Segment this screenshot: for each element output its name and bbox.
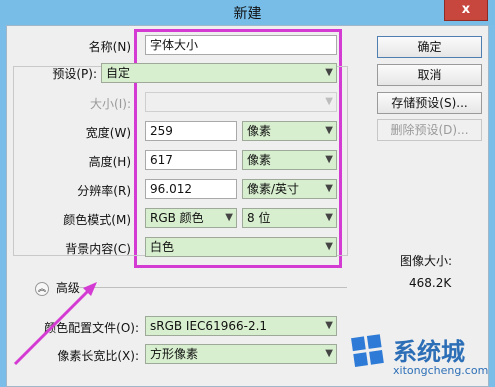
pixel-aspect-select[interactable]: 方形像素 ▼ [145,344,337,364]
name-label: 名称(N) [88,40,131,54]
background-select[interactable]: 白色 ▼ [145,237,337,257]
height-unit-value: 像素 [247,153,272,167]
preset-select[interactable]: 自定 ▼ [101,63,337,83]
dialog-title: 新建 [233,6,262,22]
color-profile-value: sRGB IEC61966-2.1 [150,319,268,333]
preset-label: 预设(P): [52,67,97,81]
watermark-text: 系统城 [393,338,465,366]
windows-logo-icon [351,334,384,367]
cancel-button[interactable]: 取消 [377,64,482,86]
bit-depth-select[interactable]: 8 位 ▼ [242,208,337,228]
annotation-arrow [13,282,97,366]
chevron-down-icon: ▼ [225,212,233,223]
chevron-down-icon: ▼ [325,67,333,78]
chevron-down-icon: ▼ [325,241,333,252]
chevron-down-icon: ▼ [325,96,333,107]
size-label: 大小(I): [90,97,131,111]
height-input[interactable]: 617 [145,150,237,170]
resolution-unit-select[interactable]: 像素/英寸 ▼ [242,179,337,199]
image-size-value: 468.2K [409,276,452,290]
bit-depth-value: 8 位 [247,211,271,225]
watermark: 系统城 xitongcheng.com [349,326,489,386]
chevron-down-icon: ▼ [325,212,333,223]
title-bar[interactable]: 新建 x [0,0,495,25]
preset-value: 自定 [106,66,131,80]
background-value: 白色 [150,240,175,254]
width-unit-value: 像素 [247,124,272,138]
width-input[interactable]: 259 [145,121,237,141]
image-size-label: 图像大小: [400,254,453,268]
chevron-down-icon: ▼ [325,348,333,359]
watermark-url: xitongcheng.com [393,364,489,377]
chevron-down-icon: ▼ [325,183,333,194]
delete-preset-button: 删除预设(D)... [377,119,482,141]
resolution-input[interactable]: 96.012 [145,179,237,199]
chevron-down-icon: ▼ [325,125,333,136]
close-icon: x [461,2,471,17]
save-preset-button[interactable]: 存储预设(S)... [377,92,482,114]
close-button[interactable]: x [444,0,488,21]
dialog-body: 名称(N) 字体大小 预设(P): 自定 ▼ 大小(I): ▼ 宽度(W) 25… [6,25,489,387]
width-label: 宽度(W) [85,126,131,140]
color-profile-select[interactable]: sRGB IEC61966-2.1 ▼ [145,316,337,336]
height-unit-select[interactable]: 像素 ▼ [242,150,337,170]
background-label: 背景内容(C) [65,242,131,256]
resolution-label: 分辨率(R) [77,184,131,198]
advanced-divider [77,287,347,288]
width-unit-select[interactable]: 像素 ▼ [242,121,337,141]
pixel-aspect-value: 方形像素 [150,347,199,361]
name-input[interactable]: 字体大小 [145,35,337,55]
resolution-unit-value: 像素/英寸 [247,182,300,196]
size-select: ▼ [145,92,337,112]
chevron-down-icon: ▼ [325,320,333,331]
color-mode-value: RGB 颜色 [150,211,204,225]
color-mode-label: 颜色模式(M) [63,213,131,227]
height-label: 高度(H) [88,155,131,169]
color-mode-select[interactable]: RGB 颜色 ▼ [145,208,237,228]
new-document-dialog: 新建 x 名称(N) 字体大小 预设(P): 自定 ▼ 大小(I): ▼ 宽度(… [0,0,495,387]
chevron-down-icon: ▼ [325,154,333,165]
ok-button[interactable]: 确定 [377,36,482,58]
